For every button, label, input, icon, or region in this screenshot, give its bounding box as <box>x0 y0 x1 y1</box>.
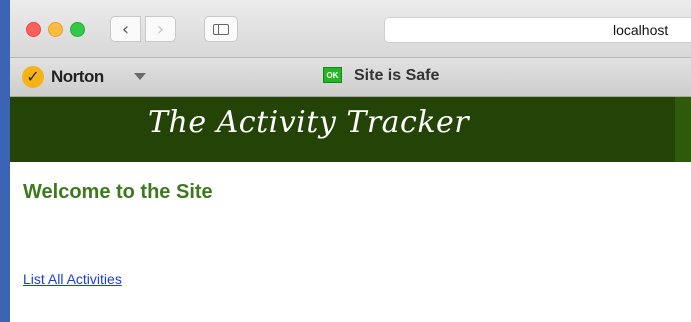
close-window-icon[interactable] <box>26 22 41 37</box>
sidebar-toggle-button[interactable] <box>204 16 238 42</box>
sidebar-icon <box>213 23 229 35</box>
chevron-left-icon: ‹ <box>121 18 130 40</box>
banner-edge <box>675 97 691 162</box>
browser-window: ‹ › localhost ✓ Norton OK Site is Safe T… <box>10 0 691 322</box>
address-bar[interactable]: localhost <box>384 17 691 43</box>
page-heading: Welcome to the Site <box>23 181 213 203</box>
back-button[interactable]: ‹ <box>110 16 141 42</box>
site-title: The Activity Tracker <box>148 105 470 140</box>
ok-badge-icon: OK <box>323 67 342 83</box>
norton-brand-label[interactable]: Norton <box>51 67 104 87</box>
minimize-window-icon[interactable] <box>48 22 63 37</box>
norton-toolbar: ✓ Norton OK Site is Safe <box>10 58 691 97</box>
chevron-down-icon[interactable] <box>134 73 146 80</box>
norton-logo-icon[interactable]: ✓ <box>22 66 44 88</box>
checkmark-icon: ✓ <box>26 67 40 86</box>
forward-button[interactable]: › <box>145 16 176 42</box>
maximize-window-icon[interactable] <box>70 22 85 37</box>
browser-toolbar: ‹ › localhost <box>10 0 691 58</box>
site-safety-status[interactable]: Site is Safe <box>354 67 439 85</box>
chevron-right-icon: › <box>156 18 165 40</box>
site-banner: The Activity Tracker <box>10 97 691 162</box>
address-text: localhost <box>613 22 669 38</box>
list-all-activities-link[interactable]: List All Activities <box>23 271 122 287</box>
